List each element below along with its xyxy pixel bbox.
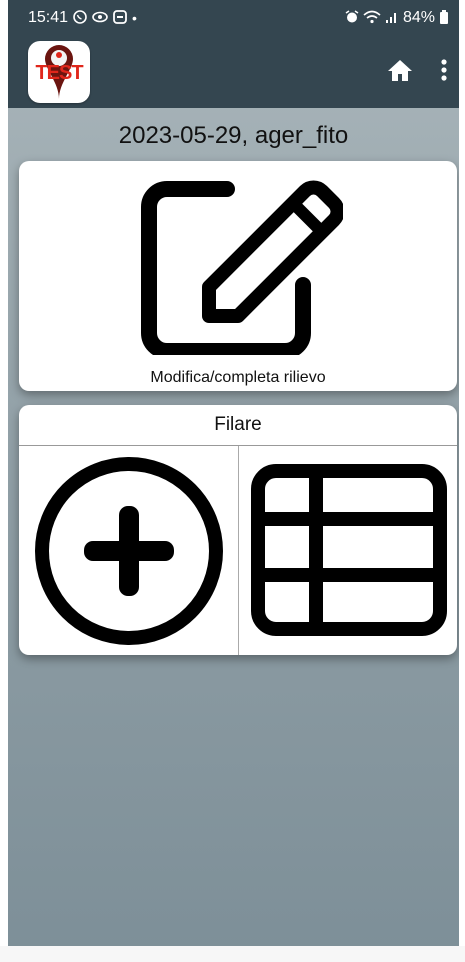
status-bar: 15:41 • 84% (8, 0, 459, 36)
edit-icon (141, 180, 343, 355)
home-icon[interactable] (387, 58, 413, 87)
page-title: 2023-05-29, ager_fito (118, 122, 349, 149)
more-vert-icon[interactable] (441, 58, 447, 87)
logo-text: TEST (35, 62, 83, 84)
table-icon (250, 464, 447, 636)
eye-icon (92, 9, 108, 27)
filare-header: Filare (19, 405, 457, 446)
app-bar: TEST (8, 36, 459, 108)
app-screen: 15:41 • 84% TEST 2023-05-29, ager_fito M… (8, 0, 459, 962)
wifi-icon (363, 10, 381, 26)
battery-level: 84% (402, 9, 435, 26)
signal-icon (385, 10, 399, 26)
list-filare-button[interactable] (237, 446, 458, 655)
status-time: 15:41 (28, 9, 69, 26)
battery-icon (439, 10, 449, 26)
notification-dot-icon: • (132, 10, 137, 26)
alarm-icon (345, 10, 359, 26)
add-filare-button[interactable] (19, 446, 238, 655)
filare-card: Filare (19, 405, 457, 655)
edit-survey-card[interactable] (19, 161, 457, 391)
add-circle-icon (35, 457, 223, 645)
app-logo[interactable]: TEST (28, 41, 90, 103)
whatsapp-icon (72, 9, 88, 27)
message-icon (112, 9, 128, 27)
nav-bar-area (0, 946, 465, 962)
edit-card-label: Modifica/completa rilievo (150, 369, 326, 386)
